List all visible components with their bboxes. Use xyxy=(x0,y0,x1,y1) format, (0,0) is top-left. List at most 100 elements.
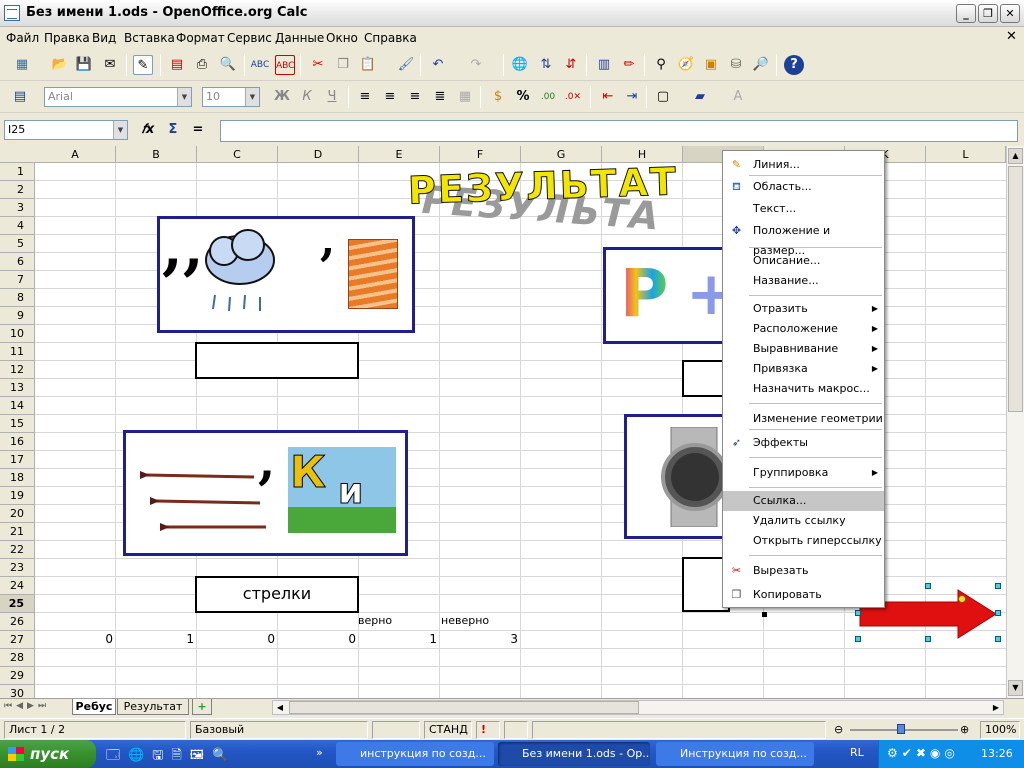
menu-file[interactable]: Файл xyxy=(6,31,39,45)
find-replace-icon[interactable]: ⚲ xyxy=(651,55,671,75)
delete-decimal-icon[interactable]: .0✕ xyxy=(563,87,583,107)
clone-formatting-icon[interactable]: 🖌 xyxy=(396,55,416,75)
styles-formatting-icon[interactable]: ▤ xyxy=(10,87,30,107)
selection-handle[interactable] xyxy=(995,636,1001,642)
new-icon[interactable]: ▦ xyxy=(12,55,32,75)
column-header[interactable]: G xyxy=(521,146,602,163)
row-header[interactable]: 22 xyxy=(0,541,35,559)
answer-box-3[interactable]: стрелки xyxy=(195,576,359,613)
selection-handle[interactable] xyxy=(925,583,931,589)
close-document-icon[interactable]: ✕ xyxy=(1006,29,1017,44)
context-menu-item[interactable]: Выравнивание ▶ xyxy=(723,339,884,359)
menu-format[interactable]: Формат xyxy=(176,31,225,45)
column-header[interactable]: D xyxy=(278,146,359,163)
selection-handle[interactable] xyxy=(995,610,1001,616)
context-menu-item[interactable]: Отразить ▶ xyxy=(723,299,884,319)
edit-file-icon[interactable]: ✎ xyxy=(133,55,153,75)
language-indicator[interactable]: RL xyxy=(850,746,864,759)
select-all-corner[interactable] xyxy=(0,146,36,163)
increase-indent-icon[interactable]: ⇥ xyxy=(622,87,642,107)
context-menu-item[interactable]: Текст... xyxy=(723,199,884,219)
percent-icon[interactable]: % xyxy=(513,87,533,107)
scroll-thumb[interactable] xyxy=(1008,166,1023,412)
bold-icon[interactable]: Ж xyxy=(272,87,292,107)
help-icon[interactable]: ? xyxy=(784,55,804,75)
column-header[interactable]: E xyxy=(359,146,440,163)
column-header[interactable]: C xyxy=(197,146,278,163)
status-page-style[interactable]: Базовый xyxy=(190,721,368,739)
decrease-indent-icon[interactable]: ⇤ xyxy=(598,87,618,107)
sort-ascending-icon[interactable]: ⇅ xyxy=(536,55,556,75)
context-menu-item[interactable]: ✥ Положение и размер... xyxy=(723,221,884,257)
selection-handle[interactable] xyxy=(855,636,861,642)
scroll-up-icon[interactable]: ▲ xyxy=(1008,148,1023,164)
row-header[interactable]: 21 xyxy=(0,523,35,541)
selection-handle[interactable] xyxy=(925,636,931,642)
currency-icon[interactable]: $ xyxy=(488,87,508,107)
start-button[interactable]: пуск xyxy=(0,740,96,768)
menu-insert[interactable]: Вставка xyxy=(124,31,175,45)
row-header[interactable]: 5 xyxy=(0,235,35,253)
row-header[interactable]: 12 xyxy=(0,361,35,379)
context-menu-item[interactable]: ❐ Копировать xyxy=(723,585,884,605)
row-header[interactable]: 28 xyxy=(0,649,35,667)
cell-D27[interactable]: 0 xyxy=(278,632,356,646)
undo-icon[interactable]: ↶ xyxy=(428,55,448,75)
row-header[interactable]: 16 xyxy=(0,433,35,451)
row-header[interactable]: 14 xyxy=(0,397,35,415)
row-header[interactable]: 10 xyxy=(0,325,35,343)
context-menu-item[interactable]: Ссылка... xyxy=(723,491,884,511)
page-preview-icon[interactable]: 🔍 xyxy=(218,55,238,75)
row-header[interactable]: 2 xyxy=(0,181,35,199)
scroll-left-icon[interactable]: ◀ xyxy=(273,701,287,714)
context-menu-item[interactable]: Расположение ▶ xyxy=(723,319,884,339)
status-mode[interactable]: СТАНД xyxy=(424,721,472,739)
menu-tools[interactable]: Сервис xyxy=(227,31,272,45)
cell-C27[interactable]: 0 xyxy=(197,632,275,646)
close-button[interactable]: ✕ xyxy=(1000,4,1020,23)
status-zoom[interactable]: 100% xyxy=(980,721,1020,739)
context-menu-item[interactable]: Группировка ▶ xyxy=(723,463,884,483)
gallery-icon[interactable]: ▣ xyxy=(701,55,721,75)
name-box[interactable]: I25 ▼ xyxy=(4,120,128,140)
column-header[interactable]: F xyxy=(440,146,521,163)
context-menu-item[interactable]: Название... xyxy=(723,271,884,291)
row-header[interactable]: 29 xyxy=(0,667,35,685)
menu-edit[interactable]: Правка xyxy=(44,31,90,45)
context-menu-item[interactable]: Открыть гиперссылку xyxy=(723,531,884,551)
task-calc[interactable]: Без имени 1.ods - Op... xyxy=(498,742,650,766)
tab-navigation-icons[interactable]: ⏮◀▶⏭ xyxy=(4,701,50,711)
row-header[interactable]: 23 xyxy=(0,559,35,577)
menu-window[interactable]: Окно xyxy=(326,31,358,45)
row-header[interactable]: 20 xyxy=(0,505,35,523)
redo-icon[interactable]: ↷ xyxy=(466,55,486,75)
align-left-icon[interactable]: ≡ xyxy=(355,87,375,107)
column-header[interactable]: L xyxy=(926,146,1006,163)
save-icon[interactable]: 💾 xyxy=(74,55,94,75)
selection-handle[interactable] xyxy=(855,610,861,616)
print-icon[interactable]: ⎙ xyxy=(192,55,212,75)
zoom-out-icon[interactable]: ⊖ xyxy=(834,723,843,736)
open-icon[interactable]: 📂 xyxy=(50,55,70,75)
zoom-in-icon[interactable]: ⊕ xyxy=(960,723,969,736)
zoom-slider-handle[interactable] xyxy=(897,724,905,734)
function-equals-icon[interactable]: = xyxy=(188,120,208,140)
column-header[interactable]: B xyxy=(116,146,197,163)
hscroll-thumb[interactable] xyxy=(289,701,639,714)
task-instruction-1[interactable]: инструкция по созд... xyxy=(336,742,494,766)
row-header[interactable]: 26 xyxy=(0,613,35,631)
export-pdf-icon[interactable]: ▤ xyxy=(167,55,187,75)
row-header[interactable]: 18 xyxy=(0,469,35,487)
menu-help[interactable]: Справка xyxy=(364,31,417,45)
row-header[interactable]: 7 xyxy=(0,271,35,289)
cell-B27[interactable]: 1 xyxy=(116,632,194,646)
quick-launch-expand-icon[interactable]: » xyxy=(316,746,323,759)
answer-box-1[interactable] xyxy=(195,342,359,379)
quick-launch-icons[interactable]: 🗔🌐🖫🗎🖼🔍 xyxy=(106,746,326,763)
sort-descending-icon[interactable]: ⇵ xyxy=(561,55,581,75)
row-header[interactable]: 1 xyxy=(0,163,35,181)
row-header[interactable]: 13 xyxy=(0,379,35,397)
row-header[interactable]: 11 xyxy=(0,343,35,361)
email-icon[interactable]: ✉ xyxy=(100,55,120,75)
vertical-scrollbar[interactable]: ▲ ▼ xyxy=(1006,146,1024,698)
